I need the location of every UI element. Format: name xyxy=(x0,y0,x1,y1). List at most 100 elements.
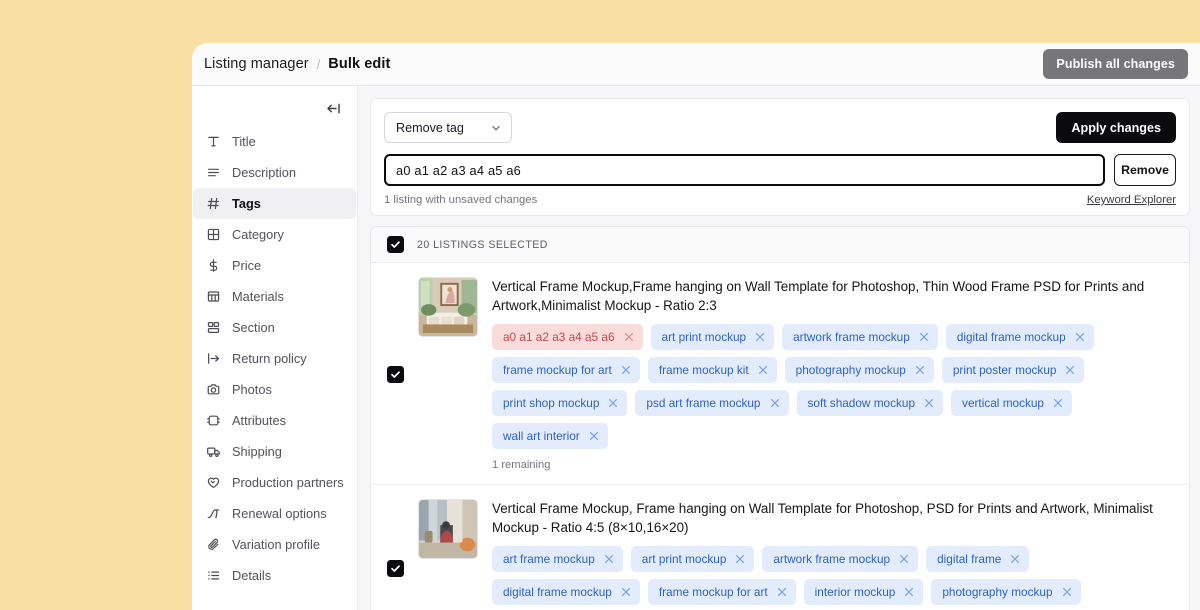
tag-remove-x-icon[interactable] xyxy=(755,332,765,342)
listing-main: Vertical Frame Mockup, Frame hanging on … xyxy=(492,499,1173,610)
sidebar-item-renewal-options[interactable]: Renewal options xyxy=(193,498,356,529)
keyword-explorer-link[interactable]: Keyword Explorer xyxy=(1087,194,1176,206)
tag-label: photography mockup xyxy=(795,363,906,377)
listing-thumbnail[interactable] xyxy=(418,277,478,337)
attributes-cube-icon xyxy=(206,413,221,428)
sidebar-item-shipping[interactable]: Shipping xyxy=(193,436,356,467)
tag-chip[interactable]: interior mockup xyxy=(803,579,924,605)
sidebar-item-description[interactable]: Description xyxy=(193,157,356,188)
publish-all-changes-button[interactable]: Publish all changes xyxy=(1043,49,1188,79)
sidebar-item-photos[interactable]: Photos xyxy=(193,374,356,405)
tag-remove-x-icon[interactable] xyxy=(604,554,614,564)
sidebar-item-tags[interactable]: Tags xyxy=(193,188,356,219)
list-details-icon xyxy=(206,568,221,583)
tag-chip[interactable]: art print mockup xyxy=(650,324,775,350)
tag-chip[interactable]: digital frame xyxy=(926,546,1030,572)
action-status-row: 1 listing with unsaved changes Keyword E… xyxy=(384,194,1176,206)
tag-chip[interactable]: psd art frame mockup xyxy=(635,390,789,416)
section-layout-icon xyxy=(206,320,221,335)
tag-chip[interactable]: digital frame mockup xyxy=(945,324,1094,350)
select-all-checkbox[interactable] xyxy=(387,236,404,253)
breadcrumb-listing-manager[interactable]: Listing manager xyxy=(204,56,309,72)
sidebar-item-label: Attributes xyxy=(232,413,287,428)
tag-chip[interactable]: vertical mockup xyxy=(951,390,1072,416)
tag-chip[interactable]: digital frame mockup xyxy=(492,579,640,605)
tag-remove-x-icon[interactable] xyxy=(1062,587,1072,597)
tag-remove-x-icon[interactable] xyxy=(770,398,780,408)
tag-chip[interactable]: frame mockup for art xyxy=(492,357,640,383)
tag-label: artwork frame mockup xyxy=(793,330,910,344)
tag-remove-x-icon[interactable] xyxy=(621,587,631,597)
listing-rows: Vertical Frame Mockup,Frame hanging on W… xyxy=(371,263,1189,610)
listing-checkbox-wrap xyxy=(387,499,404,610)
tag-chip[interactable]: soft shadow mockup xyxy=(796,390,944,416)
sidebar-item-return-policy[interactable]: Return policy xyxy=(193,343,356,374)
tag-label: digital frame mockup xyxy=(956,330,1066,344)
tag-remove-x-icon[interactable] xyxy=(777,587,787,597)
listing-checkbox[interactable] xyxy=(387,365,404,383)
breadcrumb: Listing manager / Bulk edit xyxy=(204,56,390,72)
sidebar-item-label: Category xyxy=(232,227,284,242)
tag-chip[interactable]: art frame mockup xyxy=(492,546,623,572)
tag-remove-x-icon[interactable] xyxy=(735,554,745,564)
tag-remove-x-icon[interactable] xyxy=(919,332,929,342)
sidebar-item-label: Section xyxy=(232,320,275,335)
apply-changes-button[interactable]: Apply changes xyxy=(1056,112,1176,143)
listing-title[interactable]: Vertical Frame Mockup,Frame hanging on W… xyxy=(492,277,1173,315)
tag-remove-x-icon[interactable] xyxy=(1065,365,1075,375)
tag-chip[interactable]: frame mockup kit xyxy=(647,357,777,383)
tag-chip[interactable]: photography mockup xyxy=(784,357,934,383)
listing-checkbox[interactable] xyxy=(387,560,404,577)
breadcrumb-bulk-edit: Bulk edit xyxy=(328,56,391,72)
tag-label: print poster mockup xyxy=(952,363,1057,377)
tag-chip[interactable]: print shop mockup xyxy=(492,390,628,416)
sidebar-item-variation-profile[interactable]: Variation profile xyxy=(193,529,356,560)
listing-title[interactable]: Vertical Frame Mockup, Frame hanging on … xyxy=(492,499,1173,537)
listings-card: 20 LISTINGS SELECTED Vertical Frame Mock… xyxy=(370,226,1190,610)
tag-chip[interactable]: wall art interior xyxy=(492,423,608,449)
tag-chip[interactable]: print poster mockup xyxy=(941,357,1085,383)
tag-chip[interactable]: photography mockup xyxy=(931,579,1081,605)
tag-chip[interactable]: artwork frame mockup xyxy=(782,324,938,350)
tag-chip[interactable]: frame mockup for art xyxy=(647,579,796,605)
sidebar-item-title[interactable]: Title xyxy=(193,126,356,157)
bulk-action-select[interactable]: Remove tag xyxy=(384,112,512,143)
sidebar-item-label: Variation profile xyxy=(232,537,320,552)
tag-remove-x-icon[interactable] xyxy=(1053,398,1063,408)
handshake-partners-icon xyxy=(206,475,221,490)
hash-tags-icon xyxy=(206,196,221,211)
tag-remove-x-icon[interactable] xyxy=(904,587,914,597)
sidebar-item-category[interactable]: Category xyxy=(193,219,356,250)
tag-label: print shop mockup xyxy=(503,396,600,410)
sidebar-item-attributes[interactable]: Attributes xyxy=(193,405,356,436)
tag-chip[interactable]: a0 a1 a2 a3 a4 a5 a6 xyxy=(492,324,643,350)
listing-main: Vertical Frame Mockup,Frame hanging on W… xyxy=(492,277,1173,471)
tag-chip[interactable]: art print mockup xyxy=(630,546,755,572)
listing-tag-list: art frame mockup art print mockup artwork … xyxy=(492,546,1173,610)
sidebar-item-price[interactable]: Price xyxy=(193,250,356,281)
sidebar-item-production-partners[interactable]: Production partners xyxy=(193,467,356,498)
tag-remove-x-icon[interactable] xyxy=(758,365,768,375)
sidebar-item-details[interactable]: Details xyxy=(193,560,356,591)
tag-remove-x-icon[interactable] xyxy=(589,431,599,441)
sidebar-item-section[interactable]: Section xyxy=(193,312,356,343)
collapse-left-icon[interactable] xyxy=(322,98,344,120)
sidebar-item-label: Price xyxy=(232,258,262,273)
tag-remove-x-icon[interactable] xyxy=(924,398,934,408)
listing-thumbnail[interactable] xyxy=(418,499,478,559)
renewal-option-icon xyxy=(206,506,221,521)
tag-input[interactable] xyxy=(384,154,1105,186)
tag-chip[interactable]: artwork frame mockup xyxy=(762,546,919,572)
tag-remove-x-icon[interactable] xyxy=(621,365,631,375)
sidebar-item-materials[interactable]: Materials xyxy=(193,281,356,312)
tag-label: psd art frame mockup xyxy=(646,396,761,410)
tag-remove-x-icon[interactable] xyxy=(608,398,618,408)
tag-remove-x-icon[interactable] xyxy=(915,365,925,375)
sidebar-item-label: Shipping xyxy=(232,444,282,459)
remove-tag-button[interactable]: Remove xyxy=(1114,154,1176,186)
tag-remove-x-icon[interactable] xyxy=(899,554,909,564)
tag-remove-x-icon[interactable] xyxy=(1075,332,1085,342)
sidebar: Title Description Tags Category Price Materia… xyxy=(192,86,358,610)
tag-remove-x-icon[interactable] xyxy=(624,332,634,342)
tag-remove-x-icon[interactable] xyxy=(1010,554,1020,564)
